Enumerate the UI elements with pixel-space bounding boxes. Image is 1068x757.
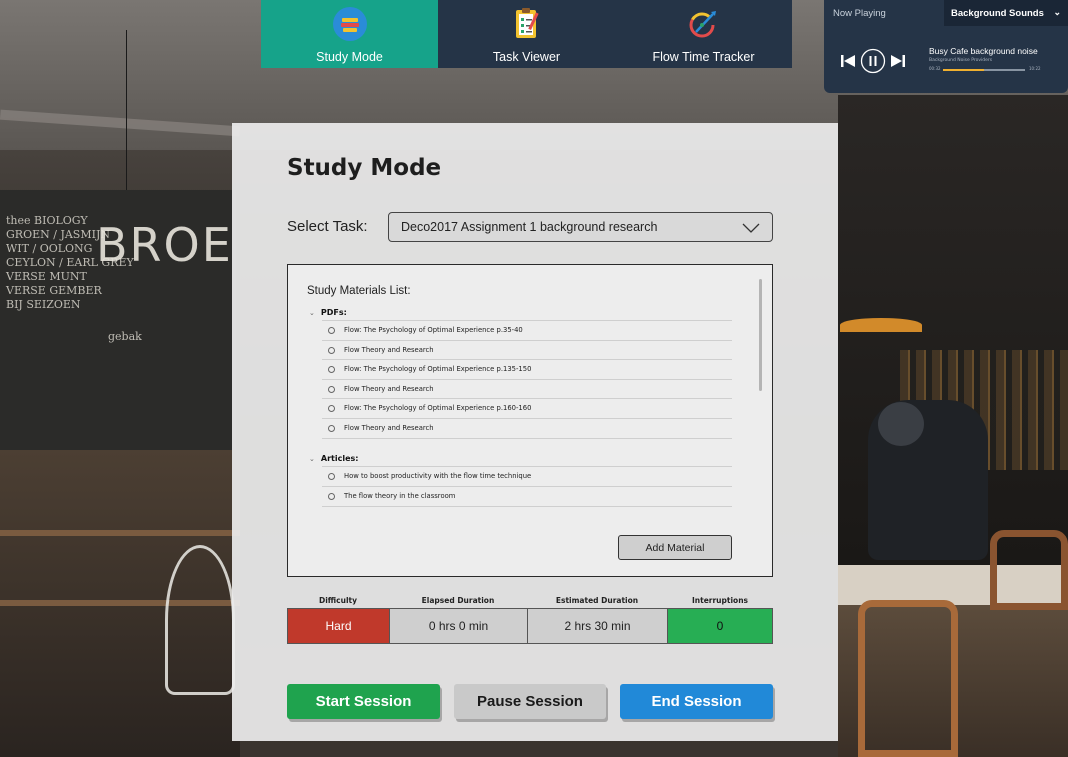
list-item[interactable]: The flow theory in the classroom [322,486,732,506]
radio-button[interactable] [328,404,335,412]
now-playing-widget: Now Playing Background Sounds ⌄ Busy Caf… [824,0,1068,93]
clipboard-icon [510,6,544,46]
previous-track-button[interactable] [840,53,856,73]
study-mode-panel: Study Mode Select Task: Deco2017 Assignm… [232,123,838,741]
group-header-articles[interactable]: ⌄ Articles: [309,454,358,463]
difficulty-value: Hard [288,609,390,643]
tab-study-mode[interactable]: Study Mode [261,0,438,68]
interruptions-label: Interruptions [691,596,749,605]
list-item[interactable]: Flow Theory and Research [322,340,732,360]
selected-task: Deco2017 Assignment 1 background researc… [401,220,658,234]
list-item[interactable]: Flow: The Psychology of Optimal Experien… [322,320,732,340]
group-label: Articles: [320,454,359,463]
item-label: Flow Theory and Research [344,385,434,394]
difficulty-label: Difficulty [319,596,357,605]
pause-session-button[interactable]: Pause Session [454,684,606,719]
total-time: 10:22 [1029,66,1041,71]
task-select-dropdown[interactable]: Deco2017 Assignment 1 background researc… [388,212,773,242]
end-session-button[interactable]: End Session [620,684,773,719]
radio-button[interactable] [328,365,335,373]
group-label: PDFs: [320,308,347,317]
top-navigation: Study Mode Task Viewer Flow Time Tracker [261,0,792,68]
radio-button[interactable] [328,492,335,500]
tracker-icon [686,6,722,46]
track-progress[interactable]: 00:32 10:22 [929,66,1041,74]
chevron-down-icon: ⌄ [309,308,315,317]
list-item[interactable]: Flow Theory and Research [322,418,732,438]
page-title: Study Mode [287,155,442,181]
track-title: Busy Cafe background noise [929,46,1038,56]
item-label: The flow theory in the classroom [344,492,456,501]
tab-label: Study Mode [316,50,383,64]
pause-icon [860,48,886,74]
chevron-down-icon: ⌄ [1053,7,1061,17]
radio-button[interactable] [328,346,335,354]
tab-task-viewer[interactable]: Task Viewer [438,0,615,68]
radio-button[interactable] [328,424,335,432]
item-label: Flow Theory and Research [344,346,434,355]
now-playing-label: Now Playing [833,8,886,19]
list-item[interactable]: Flow: The Psychology of Optimal Experien… [322,359,732,379]
session-stats: Difficulty Elapsed Duration Estimated Du… [287,596,773,644]
previous-icon [841,55,855,67]
elapsed-duration-value: 0 hrs 0 min [390,609,528,643]
materials-title: Study Materials List: [307,285,411,297]
divider [322,506,732,507]
item-label: Flow: The Psychology of Optimal Experien… [344,404,532,413]
background-sounds-dropdown[interactable]: Background Sounds ⌄ [944,0,1068,26]
study-materials-list: Study Materials List: ⌄ PDFs: Flow: The … [287,264,773,577]
estimated-duration-value: 2 hrs 30 min [528,609,668,643]
next-track-button[interactable] [890,53,906,73]
list-item[interactable]: Flow: The Psychology of Optimal Experien… [322,398,732,418]
radio-button[interactable] [328,472,335,480]
scrollbar[interactable] [759,279,762,391]
divider [322,438,732,439]
progress-fill [943,69,984,71]
track-subtitle: Background Noise Providers [929,58,993,63]
radio-button[interactable] [328,326,335,334]
tab-label: Flow Time Tracker [652,50,755,64]
item-label: Flow: The Psychology of Optimal Experien… [344,326,523,335]
chevron-down-icon [742,220,760,239]
item-label: Flow: The Psychology of Optimal Experien… [344,365,532,374]
start-session-button[interactable]: Start Session [287,684,440,719]
interruptions-value: 0 [668,609,772,643]
next-icon [891,55,905,67]
elapsed-time: 00:32 [929,66,941,71]
item-label: Flow Theory and Research [344,424,434,433]
tab-label: Task Viewer [492,50,561,64]
dropdown-value: Background Sounds [951,8,1044,19]
estimated-duration-label: Estimated Duration [555,596,639,605]
tab-flow-time-tracker[interactable]: Flow Time Tracker [615,0,792,68]
group-header-pdfs[interactable]: ⌄ PDFs: [309,308,347,317]
chevron-down-icon: ⌄ [309,454,315,463]
select-task-label: Select Task: [287,218,368,235]
pause-button[interactable] [860,48,886,78]
radio-button[interactable] [328,385,335,393]
elapsed-duration-label: Elapsed Duration [421,596,495,605]
progress-bar[interactable] [943,69,1025,71]
add-material-button[interactable]: Add Material [618,535,732,560]
item-label: How to boost productivity with the flow … [344,472,532,481]
study-icon [332,6,368,46]
list-item[interactable]: How to boost productivity with the flow … [322,466,732,486]
list-item[interactable]: Flow Theory and Research [322,379,732,399]
